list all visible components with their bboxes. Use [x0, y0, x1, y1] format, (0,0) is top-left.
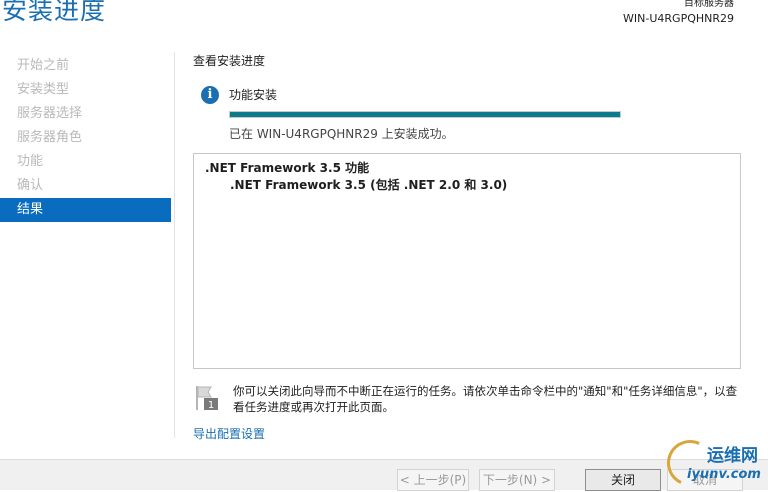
wizard-nav: 开始之前 安装类型 服务器选择 服务器角色 功能 确认 结果 [0, 54, 171, 222]
progress-label: 功能安装 [229, 88, 278, 102]
nav-item-confirmation[interactable]: 确认 [0, 174, 171, 198]
watermark-title: 运维网 [707, 446, 758, 466]
previous-button[interactable]: < 上一步(P) [397, 469, 469, 491]
target-server-name: WIN-U4RGPQHNR29 [623, 12, 734, 25]
info-note: 你可以关闭此向导而不中断正在运行的任务。请依次单击命令栏中的"通知"和"任务详细… [233, 384, 738, 414]
nav-item-results[interactable]: 结果 [0, 198, 171, 222]
section-heading: 查看安装进度 [193, 54, 266, 68]
nav-divider [174, 52, 175, 438]
nav-item-features[interactable]: 功能 [0, 150, 171, 174]
list-item: .NET Framework 3.5 功能 [205, 161, 370, 175]
nav-item-installation-type[interactable]: 安装类型 [0, 78, 171, 102]
progress-status: 已在 WIN-U4RGPQHNR29 上安装成功。 [229, 127, 454, 141]
list-item: .NET Framework 3.5 (包括 .NET 2.0 和 3.0) [230, 178, 508, 192]
progress-bar [229, 111, 621, 118]
flag-notification-icon: 1 [196, 386, 218, 411]
nav-item-server-selection[interactable]: 服务器选择 [0, 102, 171, 126]
watermark-logo: 运维网 iyunv.com [660, 433, 768, 492]
target-server-label: 目标服务器 [684, 0, 734, 9]
target-server: 目标服务器 WIN-U4RGPQHNR29 [623, 0, 734, 26]
info-icon: i [201, 86, 219, 104]
close-button[interactable]: 关闭 [585, 469, 661, 491]
nav-item-before-you-begin[interactable]: 开始之前 [0, 54, 171, 78]
nav-item-server-roles[interactable]: 服务器角色 [0, 126, 171, 150]
results-list[interactable]: .NET Framework 3.5 功能 .NET Framework 3.5… [193, 153, 741, 369]
export-config-link[interactable]: 导出配置设置 [193, 425, 265, 442]
watermark-domain: iyunv.com [687, 467, 761, 482]
next-button[interactable]: 下一步(N) > [479, 469, 555, 491]
page-title: 安装进度 [2, 0, 107, 25]
progress-bar-fill [230, 112, 620, 117]
notification-badge-count: 1 [208, 400, 214, 411]
